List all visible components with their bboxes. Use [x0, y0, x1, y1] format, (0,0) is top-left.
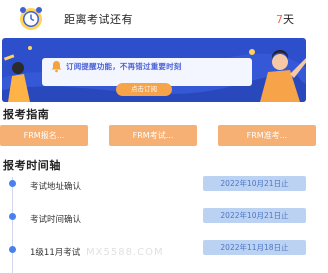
timeline-dot	[9, 180, 16, 187]
timeline-row-date: 2022年10月21日止	[203, 208, 306, 223]
timeline-dot	[9, 246, 16, 253]
timeline-row-label: 考试地址确认	[30, 182, 82, 192]
timeline-row-label: 考试时间确认	[30, 215, 82, 225]
timeline-line	[12, 177, 13, 273]
banner-person-illustration	[260, 50, 306, 102]
countdown-days-unit: 天	[283, 13, 294, 26]
timeline-dot	[9, 213, 16, 220]
watermark-text: MX5588.COM	[86, 247, 164, 258]
guide-item-registration[interactable]: FRM报名...	[0, 125, 88, 146]
countdown-days: 7天	[276, 11, 294, 27]
timeline-row-date: 2022年11月18日止	[203, 240, 306, 255]
timeline-row-label: 1级11月考试	[30, 248, 81, 258]
subscribe-banner[interactable]: 订阅提醒功能，不再错过重要时刻 点击订阅	[2, 38, 306, 102]
bell-icon	[51, 61, 62, 73]
guide-item-exam[interactable]: FRM考试...	[109, 125, 197, 146]
exam-countdown-bar: 距离考试还有 7天	[0, 0, 328, 36]
banner-people-illustration	[3, 54, 30, 102]
guide-item-admission-ticket[interactable]: FRM准考...	[218, 125, 316, 146]
timeline-section-title: 报考时间轴	[3, 159, 61, 172]
subscribe-button[interactable]: 点击订阅	[116, 83, 172, 96]
guide-section-title: 报考指南	[3, 108, 50, 121]
countdown-days-number: 7	[276, 13, 283, 26]
alarm-clock-icon	[20, 7, 42, 30]
banner-text: 订阅提醒功能，不再错过重要时刻	[66, 62, 182, 71]
timeline-row-date: 2022年10月21日止	[203, 176, 306, 191]
countdown-label: 距离考试还有	[64, 13, 133, 26]
